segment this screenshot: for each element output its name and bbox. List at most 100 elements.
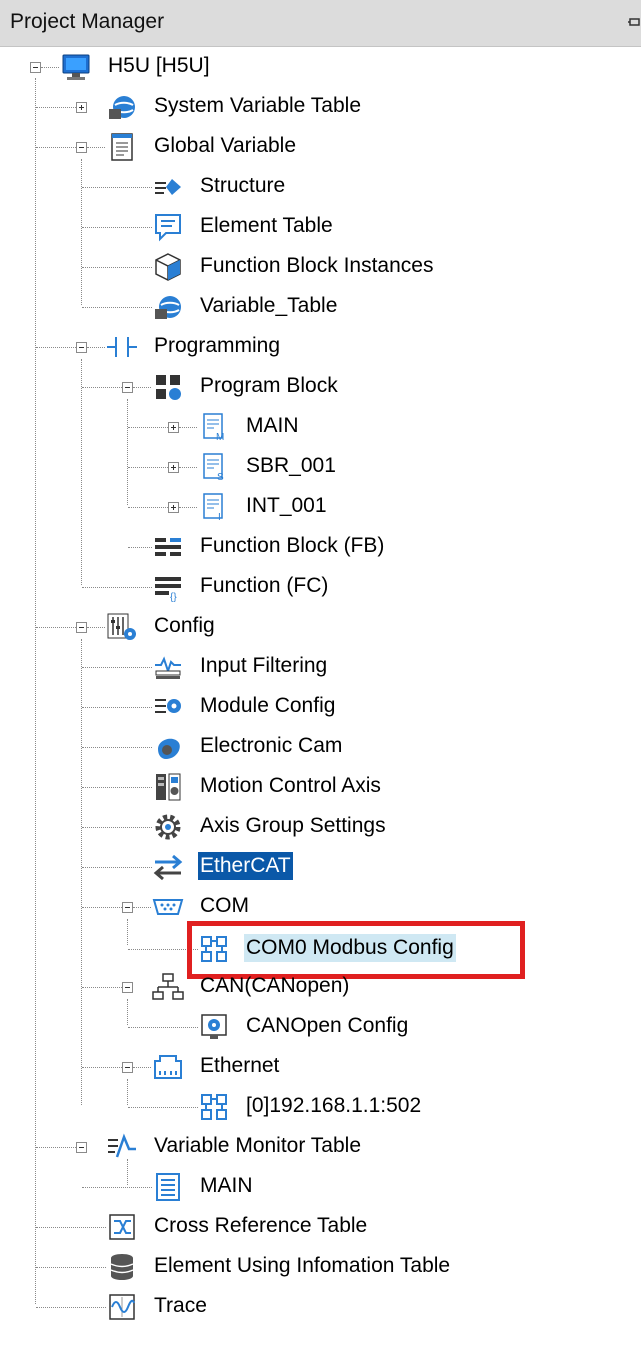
tree-node-monitor-main[interactable]: MAIN xyxy=(0,1167,641,1207)
tree-label: Function Block (FB) xyxy=(200,534,385,557)
tree-node-motion-control-axis[interactable]: Motion Control Axis xyxy=(0,767,641,807)
tree-node-function-fc[interactable]: {} Function (FC) xyxy=(0,567,641,607)
tree-node-function-block-instances[interactable]: Function Block Instances xyxy=(0,247,641,287)
tree-guide-line xyxy=(36,347,76,348)
trace-waveform-icon xyxy=(106,1291,138,1323)
network-nodes-icon xyxy=(198,1091,230,1123)
tree-label: Module Config xyxy=(200,694,336,717)
tree-node-variable-monitor-table[interactable]: Variable Monitor Table xyxy=(0,1127,641,1167)
collapse-toggle[interactable] xyxy=(76,622,87,633)
collapse-toggle[interactable] xyxy=(30,62,41,73)
tree-label: CAN(CANopen) xyxy=(200,974,350,997)
tree-label: Program Block xyxy=(200,374,338,397)
tree-guide-line xyxy=(82,707,152,708)
tree-guide-line xyxy=(82,307,152,308)
tree-guide-line xyxy=(82,1187,152,1188)
tree-node-ethernet-device[interactable]: [0]192.168.1.1:502 xyxy=(0,1087,641,1127)
tree-guide-line xyxy=(87,147,105,148)
expand-toggle[interactable] xyxy=(168,502,179,513)
collapse-toggle[interactable] xyxy=(122,382,133,393)
program-block-icon xyxy=(152,371,184,403)
panel-title: Project Manager xyxy=(10,10,165,33)
svg-text:{}: {} xyxy=(170,592,177,603)
tree-label: Trace xyxy=(154,1294,207,1317)
tree-node-electronic-cam[interactable]: Electronic Cam xyxy=(0,727,641,767)
module-config-icon xyxy=(152,691,184,723)
main-program-icon: M xyxy=(198,411,230,443)
tree-label: CANOpen Config xyxy=(246,1014,409,1037)
tree-guide-line xyxy=(179,507,197,508)
function-icon: {} xyxy=(152,571,184,603)
tree-label: Config xyxy=(154,614,215,637)
globe-table-icon xyxy=(152,291,184,323)
tree-node-trace[interactable]: Trace xyxy=(0,1287,641,1327)
tree-label: SBR_001 xyxy=(246,454,336,477)
config-sliders-icon xyxy=(106,611,138,643)
document-list-icon xyxy=(106,131,138,163)
tree-guide-line xyxy=(82,187,152,188)
servo-axis-icon xyxy=(152,771,184,803)
tree-node-global-variable[interactable]: Global Variable xyxy=(0,127,641,167)
pin-icon[interactable] xyxy=(628,12,641,34)
tree-node-element-using-information-table[interactable]: Element Using Infomation Table xyxy=(0,1247,641,1287)
tree-label: Structure xyxy=(200,174,286,197)
expand-toggle[interactable] xyxy=(168,422,179,433)
tree-guide-line xyxy=(36,1267,106,1268)
tree-guide-line xyxy=(179,467,197,468)
subroutine-icon: S xyxy=(198,451,230,483)
tree-label: System Variable Table xyxy=(154,94,361,117)
tree-label: H5U [H5U] xyxy=(108,54,210,77)
tree-guide-line xyxy=(82,587,152,588)
tree-node-can[interactable]: CAN(CANopen) xyxy=(0,967,641,1007)
collapse-toggle[interactable] xyxy=(122,902,133,913)
tree-node-int-001[interactable]: I INT_001 xyxy=(0,487,641,527)
svg-text:S: S xyxy=(217,472,224,483)
tree-node-ethernet[interactable]: Ethernet xyxy=(0,1047,641,1087)
tree-guide-line xyxy=(87,347,105,348)
collapse-toggle[interactable] xyxy=(76,142,87,153)
structure-icon xyxy=(152,171,184,203)
tree-node-canopen-config[interactable]: CANOpen Config xyxy=(0,1007,641,1047)
tree-node-config[interactable]: Config xyxy=(0,607,641,647)
panel-header: Project Manager xyxy=(0,0,641,47)
tree-node-programming[interactable]: Programming xyxy=(0,327,641,367)
tree-label: [0]192.168.1.1:502 xyxy=(246,1094,422,1117)
cam-icon xyxy=(152,731,184,763)
collapse-toggle[interactable] xyxy=(76,1142,87,1153)
serial-port-icon xyxy=(152,891,184,923)
tree-node-ethercat[interactable]: EtherCAT xyxy=(0,847,641,887)
tree-label: COM xyxy=(200,894,249,917)
expand-toggle[interactable] xyxy=(168,462,179,473)
collapse-toggle[interactable] xyxy=(122,982,133,993)
tree-node-sbr-001[interactable]: S SBR_001 xyxy=(0,447,641,487)
tree-node-axis-group-settings[interactable]: Axis Group Settings xyxy=(0,807,641,847)
tree-guide-line xyxy=(82,747,152,748)
tree-guide-line xyxy=(82,227,152,228)
tree-node-cross-reference-table[interactable]: Cross Reference Table xyxy=(0,1207,641,1247)
tree-node-element-table[interactable]: Element Table xyxy=(0,207,641,247)
transfer-arrows-icon xyxy=(152,851,184,883)
expand-toggle[interactable] xyxy=(76,102,87,113)
tree-label: Variable_Table xyxy=(200,294,338,317)
tree-guide-line xyxy=(128,1027,198,1028)
tree-label: Input Filtering xyxy=(200,654,328,677)
tree-label: MAIN xyxy=(246,414,299,437)
tree-node-program-block[interactable]: Program Block xyxy=(0,367,641,407)
tree-node-main[interactable]: M MAIN xyxy=(0,407,641,447)
tree-node-function-block-fb[interactable]: Function Block (FB) xyxy=(0,527,641,567)
comment-list-icon xyxy=(152,211,184,243)
tree-node-structure[interactable]: Structure xyxy=(0,167,641,207)
tree-label: Programming xyxy=(154,334,281,357)
collapse-toggle[interactable] xyxy=(122,1062,133,1073)
tree-node-input-filtering[interactable]: Input Filtering xyxy=(0,647,641,687)
tree-node-root[interactable]: H5U [H5U] xyxy=(0,47,641,87)
collapse-toggle[interactable] xyxy=(76,342,87,353)
tree-node-module-config[interactable]: Module Config xyxy=(0,687,641,727)
tree-label: Axis Group Settings xyxy=(200,814,386,837)
tree-guide-line xyxy=(179,427,197,428)
tree-guide-line xyxy=(36,1147,76,1148)
tree-node-system-variable-table[interactable]: System Variable Table xyxy=(0,87,641,127)
tree-label: Variable Monitor Table xyxy=(154,1134,362,1157)
tree-guide-line xyxy=(128,507,168,508)
tree-node-variable-table[interactable]: Variable_Table xyxy=(0,287,641,327)
